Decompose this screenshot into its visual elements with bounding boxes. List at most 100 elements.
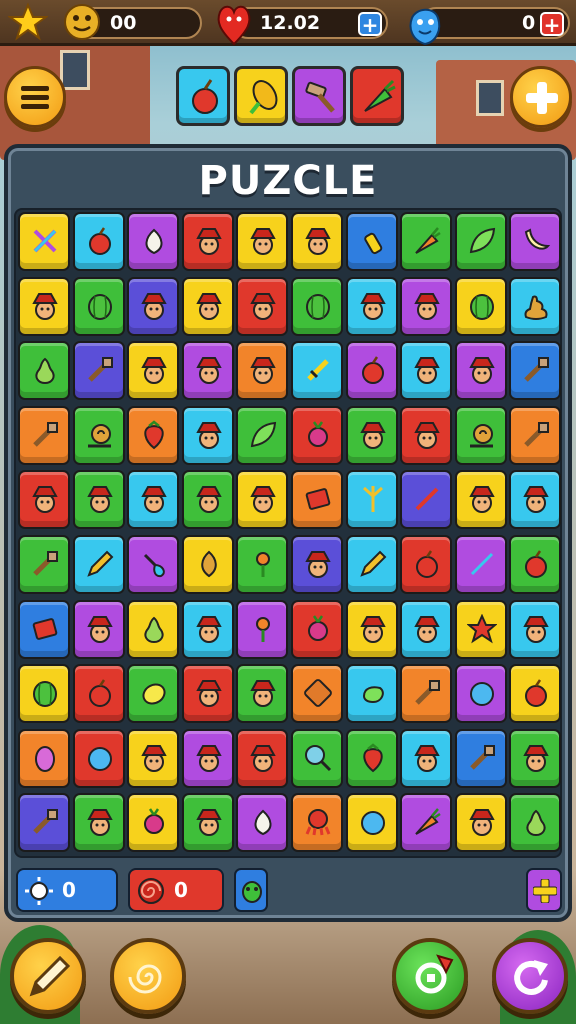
tool-slot-apple[interactable] <box>176 66 230 126</box>
puzzle-tile[interactable] <box>454 212 507 271</box>
puzzle-tile[interactable] <box>236 728 289 788</box>
puzzle-tile[interactable] <box>18 276 70 336</box>
puzzle-tile[interactable] <box>345 212 398 271</box>
puzzle-tile[interactable] <box>236 276 289 336</box>
puzzle-tile[interactable] <box>400 212 453 271</box>
puzzle-tile[interactable] <box>454 470 507 530</box>
puzzle-tile[interactable] <box>345 793 398 853</box>
puzzle-tile[interactable] <box>345 535 398 594</box>
puzzle-tile[interactable] <box>400 728 453 788</box>
puzzle-tile[interactable] <box>18 599 70 659</box>
puzzle-tile[interactable] <box>18 664 70 724</box>
puzzle-tile[interactable] <box>72 212 125 271</box>
puzzle-tile[interactable] <box>127 470 180 530</box>
puzzle-tile[interactable] <box>345 276 398 336</box>
puzzle-tile[interactable] <box>345 664 398 724</box>
puzzle-tile[interactable] <box>127 664 180 724</box>
puzzle-tile[interactable] <box>236 212 289 271</box>
puzzle-tile[interactable] <box>454 276 507 336</box>
puzzle-tile[interactable] <box>291 728 343 788</box>
puzzle-tile[interactable] <box>72 793 125 853</box>
puzzle-tile[interactable] <box>400 276 453 336</box>
puzzle-tile[interactable] <box>181 728 234 788</box>
puzzle-tile[interactable] <box>400 341 453 401</box>
undo-powerup-button[interactable] <box>492 938 568 1014</box>
puzzle-tile[interactable] <box>72 470 125 530</box>
spiral-powerup-button[interactable] <box>110 938 186 1014</box>
puzzle-tile[interactable] <box>400 599 453 659</box>
tool-slot-hammer[interactable] <box>292 66 346 126</box>
puzzle-tile[interactable] <box>181 341 234 401</box>
puzzle-tile[interactable] <box>127 405 180 465</box>
puzzle-tile[interactable] <box>127 728 180 788</box>
puzzle-tile[interactable] <box>181 599 234 659</box>
puzzle-tile[interactable] <box>72 341 125 401</box>
puzzle-tile[interactable] <box>236 470 289 530</box>
puzzle-tile[interactable] <box>236 535 289 594</box>
puzzle-tile[interactable] <box>181 664 234 724</box>
puzzle-tile[interactable] <box>236 664 289 724</box>
puzzle-tile[interactable] <box>400 470 453 530</box>
puzzle-tile[interactable] <box>400 405 453 465</box>
puzzle-tile[interactable] <box>18 405 70 465</box>
puzzle-tile[interactable] <box>509 341 562 401</box>
puzzle-tile[interactable] <box>345 341 398 401</box>
puzzle-tile[interactable] <box>291 276 343 336</box>
add-button[interactable] <box>510 66 572 128</box>
puzzle-tile[interactable] <box>72 599 125 659</box>
puzzle-tile[interactable] <box>509 664 562 724</box>
puzzle-tile[interactable] <box>236 793 289 853</box>
puzzle-tile[interactable] <box>18 793 70 853</box>
puzzle-tile[interactable] <box>400 535 453 594</box>
puzzle-tile[interactable] <box>181 276 234 336</box>
star-icon[interactable] <box>6 2 50 46</box>
puzzle-tile[interactable] <box>509 728 562 788</box>
puzzle-tile[interactable] <box>454 728 507 788</box>
puzzle-tile[interactable] <box>291 341 343 401</box>
menu-button[interactable] <box>4 66 66 128</box>
puzzle-tile[interactable] <box>509 470 562 530</box>
puzzle-tile[interactable] <box>236 341 289 401</box>
add-lives-button[interactable]: + <box>358 12 382 36</box>
add-tile-button[interactable] <box>526 868 562 912</box>
puzzle-tile[interactable] <box>18 212 70 271</box>
puzzle-tile[interactable] <box>18 341 70 401</box>
puzzle-tile[interactable] <box>72 535 125 594</box>
puzzle-tile[interactable] <box>345 470 398 530</box>
puzzle-tile[interactable] <box>400 793 453 853</box>
puzzle-tile[interactable] <box>72 728 125 788</box>
puzzle-tile[interactable] <box>454 535 507 594</box>
puzzle-tile[interactable] <box>127 535 180 594</box>
pencil-powerup-button[interactable] <box>10 938 86 1014</box>
recycle-powerup-button[interactable] <box>392 938 468 1014</box>
puzzle-tile[interactable] <box>454 793 507 853</box>
puzzle-tile[interactable] <box>291 599 343 659</box>
puzzle-tile[interactable] <box>291 793 343 853</box>
puzzle-tile[interactable] <box>72 405 125 465</box>
puzzle-tile[interactable] <box>18 535 70 594</box>
puzzle-tile[interactable] <box>181 470 234 530</box>
puzzle-tile[interactable] <box>454 405 507 465</box>
puzzle-tile[interactable] <box>509 599 562 659</box>
puzzle-tile[interactable] <box>345 728 398 788</box>
puzzle-tile[interactable] <box>236 599 289 659</box>
puzzle-tile[interactable] <box>345 405 398 465</box>
puzzle-tile[interactable] <box>345 599 398 659</box>
bug-slot[interactable] <box>234 868 268 912</box>
tool-slot-carrot[interactable] <box>350 66 404 126</box>
puzzle-tile[interactable] <box>454 341 507 401</box>
add-gems-button[interactable]: + <box>540 12 564 36</box>
puzzle-tile[interactable] <box>291 405 343 465</box>
puzzle-tile[interactable] <box>509 276 562 336</box>
puzzle-tile[interactable] <box>291 470 343 530</box>
puzzle-tile[interactable] <box>291 535 343 594</box>
puzzle-tile[interactable] <box>72 276 125 336</box>
puzzle-tile[interactable] <box>72 664 125 724</box>
puzzle-tile[interactable] <box>291 664 343 724</box>
puzzle-tile[interactable] <box>454 599 507 659</box>
puzzle-tile[interactable] <box>509 535 562 594</box>
puzzle-tile[interactable] <box>127 276 180 336</box>
puzzle-tile[interactable] <box>181 212 234 271</box>
tool-slot-corn[interactable] <box>234 66 288 126</box>
puzzle-tile[interactable] <box>127 599 180 659</box>
